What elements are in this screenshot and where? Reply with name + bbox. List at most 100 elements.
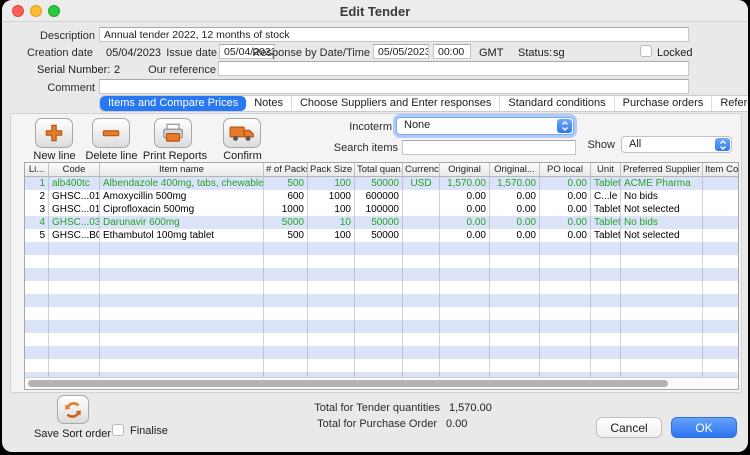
status-value: sg [553,47,565,59]
cell-packs: 500 [264,229,308,242]
tab-reference-documents[interactable]: Reference documents [711,96,748,111]
incoterm-label: Incoterm [292,121,392,133]
tab-purchase-orders[interactable]: Purchase orders [614,96,712,111]
tab-standard-conditions[interactable]: Standard conditions [499,96,613,111]
cell-po_local: 0.00 [540,177,591,190]
cell-empty [490,359,540,372]
response-date-input[interactable]: 05/05/2023 [373,44,429,59]
column-header-pack_size[interactable]: Pack Size [308,163,355,177]
cell-empty [540,255,591,268]
column-header-po_local[interactable]: PO local [540,163,591,177]
table-row-empty[interactable] [25,333,738,346]
table-row-empty[interactable] [25,359,738,372]
cell-empty [49,242,100,255]
cell-empty [621,359,703,372]
column-header-code[interactable]: Code [49,163,100,177]
tab-strip: Items and Compare PricesNotesChoose Supp… [99,95,748,112]
cell-unit: Tablet [591,177,621,190]
cell-empty [49,346,100,359]
cell-empty [703,320,738,333]
cell-preferred_supplier: No bids [621,190,703,203]
cell-empty [440,359,490,372]
table-row-empty[interactable] [25,268,738,281]
cell-empty [490,320,540,333]
tab-items-and-compare-prices[interactable]: Items and Compare Prices [100,96,246,111]
cell-empty [540,268,591,281]
search-items-label: Search items [298,142,398,154]
cell-original: 0.00 [440,190,490,203]
table-row-empty[interactable] [25,346,738,359]
table-row[interactable]: 4GHSC...0355Darunavir 600mg500010500000.… [25,216,738,229]
table-row[interactable]: 5GHSC...B0103Ethambutol 100mg tablet5001… [25,229,738,242]
scrollbar-thumb[interactable] [28,380,668,387]
tab-notes[interactable]: Notes [246,96,291,111]
cell-empty [25,268,49,281]
cell-empty [621,320,703,333]
table-row-empty[interactable] [25,307,738,320]
tab-choose-suppliers-and-enter-responses[interactable]: Choose Suppliers and Enter responses [291,96,499,111]
column-header-currency[interactable]: Currency [403,163,440,177]
column-header-item_con[interactable]: Item Con.. [703,163,739,177]
horizontal-scrollbar[interactable] [25,377,738,389]
title-bar[interactable]: Edit Tender [2,0,748,22]
cancel-button[interactable]: Cancel [596,417,662,438]
column-header-item[interactable]: Item name [100,163,264,177]
status-label: Status: [518,47,552,59]
total-po-value: 0.00 [446,418,467,430]
print-reports-button[interactable] [154,118,192,148]
cell-empty [100,281,264,294]
cell-po_local: 0.00 [540,203,591,216]
column-header-original[interactable]: Original [440,163,490,177]
table-row[interactable]: 2GHSC...0101Amoxycillin 500mg60010006000… [25,190,738,203]
cell-empty [440,242,490,255]
creation-date-label: Creation date [2,47,93,59]
column-header-preferred_supplier[interactable]: Preferred Supplier [621,163,703,177]
table-row-empty[interactable] [25,242,738,255]
delete-line-button[interactable] [92,118,130,148]
cell-empty [264,346,308,359]
table-row-empty[interactable] [25,281,738,294]
cell-currency [403,229,440,242]
description-input[interactable]: Annual tender 2022, 12 months of stock [99,27,689,42]
table-row-empty[interactable] [25,255,738,268]
response-time-input[interactable]: 00:00 [433,44,471,59]
table-row-empty[interactable] [25,320,738,333]
cell-pack_size: 100 [308,177,355,190]
cell-empty [308,307,355,320]
column-header-original_2[interactable]: Original... [490,163,540,177]
cell-pack_size: 100 [308,229,355,242]
cell-empty [403,268,440,281]
column-header-unit[interactable]: Unit [591,163,621,177]
print-reports-label: Print Reports [135,150,215,162]
cell-empty [264,333,308,346]
ok-button[interactable]: OK [671,417,737,438]
finalise-checkbox[interactable] [112,424,124,436]
cell-empty [308,320,355,333]
cell-original: 0.00 [440,216,490,229]
column-header-total_qty[interactable]: Total quan... [355,163,403,177]
cell-empty [703,281,738,294]
column-header-packs[interactable]: # of Packs [264,163,308,177]
new-line-button[interactable] [35,118,73,148]
cell-empty [355,294,403,307]
table-row[interactable]: 1alb400tcAlbendazole 400mg, tabs, chewab… [25,177,738,190]
column-header-line[interactable]: Li... [25,163,49,177]
cell-empty [25,320,49,333]
search-items-input[interactable] [402,140,576,155]
cell-empty [100,333,264,346]
our-reference-input[interactable] [218,61,689,76]
cell-empty [703,333,738,346]
show-select[interactable]: All [621,136,732,153]
cell-empty [403,333,440,346]
cell-empty [403,307,440,320]
save-sort-order-button[interactable] [57,395,89,424]
cell-empty [264,359,308,372]
table-row[interactable]: 3GHSC...0104Ciprofloxacin 500mg100010010… [25,203,738,216]
confirm-button[interactable] [223,118,261,148]
table-row-empty[interactable] [25,294,738,307]
cell-empty [540,307,591,320]
locked-checkbox[interactable] [640,45,652,57]
comment-input[interactable] [99,79,689,94]
cell-empty [621,281,703,294]
incoterm-select[interactable]: None [396,117,574,135]
